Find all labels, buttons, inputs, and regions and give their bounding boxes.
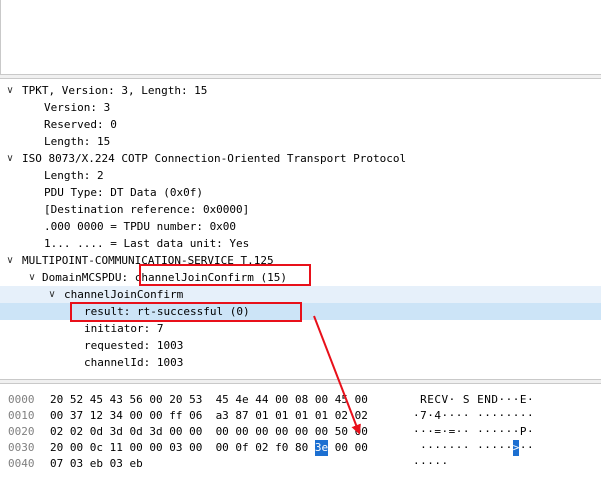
packet-list-pane[interactable]	[0, 0, 601, 74]
tree-row-label: .000 0000 = TPDU number: 0x00	[44, 220, 237, 233]
tree-row-label: [Destination reference: 0x0000]	[44, 203, 250, 216]
selected-byte-ascii[interactable]: >	[512, 440, 520, 456]
byte-hex[interactable]: 20 52 45 43 56 00 20 53 45 4e 44 00 08 0…	[50, 392, 368, 408]
pane-splitter-bottom[interactable]	[0, 379, 601, 384]
chevron-down-icon[interactable]: ∨	[26, 269, 38, 286]
chevron-down-icon[interactable]: ∨	[4, 252, 16, 269]
tree-row-label: initiator: 7	[84, 322, 164, 335]
tree-row[interactable]: .000 0000 = TPDU number: 0x00	[0, 218, 601, 235]
packet-details-tree[interactable]: ∨ TPKT, Version: 3, Length: 15 Version: 3 R…	[0, 82, 601, 378]
tree-row[interactable]: ∨ ISO 8073/X.224 COTP Connection-Oriented…	[0, 150, 601, 167]
annotation-box-pdu-type	[139, 264, 311, 286]
tree-row[interactable]: [Destination reference: 0x0000]	[0, 201, 601, 218]
tree-row[interactable]: PDU Type: DT Data (0x0f)	[0, 184, 601, 201]
byte-row[interactable]: 0000 20 52 45 43 56 00 20 53 45 4e 44 00 …	[0, 392, 601, 408]
tree-row[interactable]: ∨ channelJoinConfirm	[0, 286, 601, 303]
tree-row[interactable]: Version: 3	[0, 99, 601, 116]
tree-row[interactable]: 1... .... = Last data unit: Yes	[0, 235, 601, 252]
tree-row-label: PDU Type: DT Data (0x0f)	[44, 186, 203, 199]
tree-row-label: channelJoinConfirm	[64, 288, 184, 301]
tree-row[interactable]: requested: 1003	[0, 337, 601, 354]
tree-row-label: requested: 1003	[84, 339, 184, 352]
byte-row[interactable]: 0020 02 02 0d 3d 0d 3d 00 00 00 00 00 00 …	[0, 424, 601, 440]
tree-row-label: Reserved: 0	[44, 118, 117, 131]
tree-row[interactable]: Length: 15	[0, 133, 601, 150]
packet-bytes-pane[interactable]: 0000 20 52 45 43 56 00 20 53 45 4e 44 00 …	[0, 386, 601, 490]
byte-ascii[interactable]: ·7·4···· ········	[413, 408, 534, 424]
tree-row-label: channelId: 1003	[84, 356, 184, 369]
byte-row[interactable]: 0040 07 03 eb 03 eb ·····	[0, 456, 601, 472]
tree-row-label: 1... .... = Last data unit: Yes	[44, 237, 250, 250]
tree-row-label: Length: 15	[44, 135, 111, 148]
tree-row-label: Version: 3	[44, 101, 111, 114]
byte-offset: 0040	[8, 457, 35, 470]
byte-ascii[interactable]: RECV· S END···E·	[413, 392, 534, 408]
tree-row-label: ISO 8073/X.224 COTP Connection-Oriented …	[22, 152, 407, 165]
selected-byte-hex[interactable]: 3e	[314, 440, 329, 456]
byte-offset: 0010	[8, 409, 35, 422]
annotation-box-result	[70, 302, 302, 322]
byte-hex[interactable]: 07 03 eb 03 eb	[50, 456, 143, 472]
tree-row-label: TPKT, Version: 3, Length: 15	[22, 84, 208, 97]
tree-row-label: Length: 2	[44, 169, 104, 182]
byte-offset: 0020	[8, 425, 35, 438]
pane-splitter-top[interactable]	[0, 74, 601, 79]
tree-row[interactable]: channelId: 1003	[0, 354, 601, 371]
chevron-down-icon[interactable]: ∨	[4, 82, 16, 99]
tree-row[interactable]: ∨ TPKT, Version: 3, Length: 15	[0, 82, 601, 99]
chevron-down-icon[interactable]: ∨	[46, 286, 58, 303]
byte-ascii[interactable]: ···=·=·· ······P·	[413, 424, 534, 440]
byte-ascii[interactable]: ·····	[413, 456, 449, 472]
tree-row[interactable]: Reserved: 0	[0, 116, 601, 133]
chevron-down-icon[interactable]: ∨	[4, 150, 16, 167]
byte-row[interactable]: 0030 20 00 0c 11 00 00 03 00 00 0f 02 f0 …	[0, 440, 601, 456]
tree-row[interactable]: Length: 2	[0, 167, 601, 184]
byte-offset: 0000	[8, 393, 35, 406]
byte-hex[interactable]: 02 02 0d 3d 0d 3d 00 00 00 00 00 00 00 0…	[50, 424, 368, 440]
byte-hex[interactable]: 00 37 12 34 00 00 ff 06 a3 87 01 01 01 0…	[50, 408, 368, 424]
byte-offset: 0030	[8, 441, 35, 454]
tree-row[interactable]: initiator: 7	[0, 320, 601, 337]
byte-row[interactable]: 0010 00 37 12 34 00 00 ff 06 a3 87 01 01 …	[0, 408, 601, 424]
